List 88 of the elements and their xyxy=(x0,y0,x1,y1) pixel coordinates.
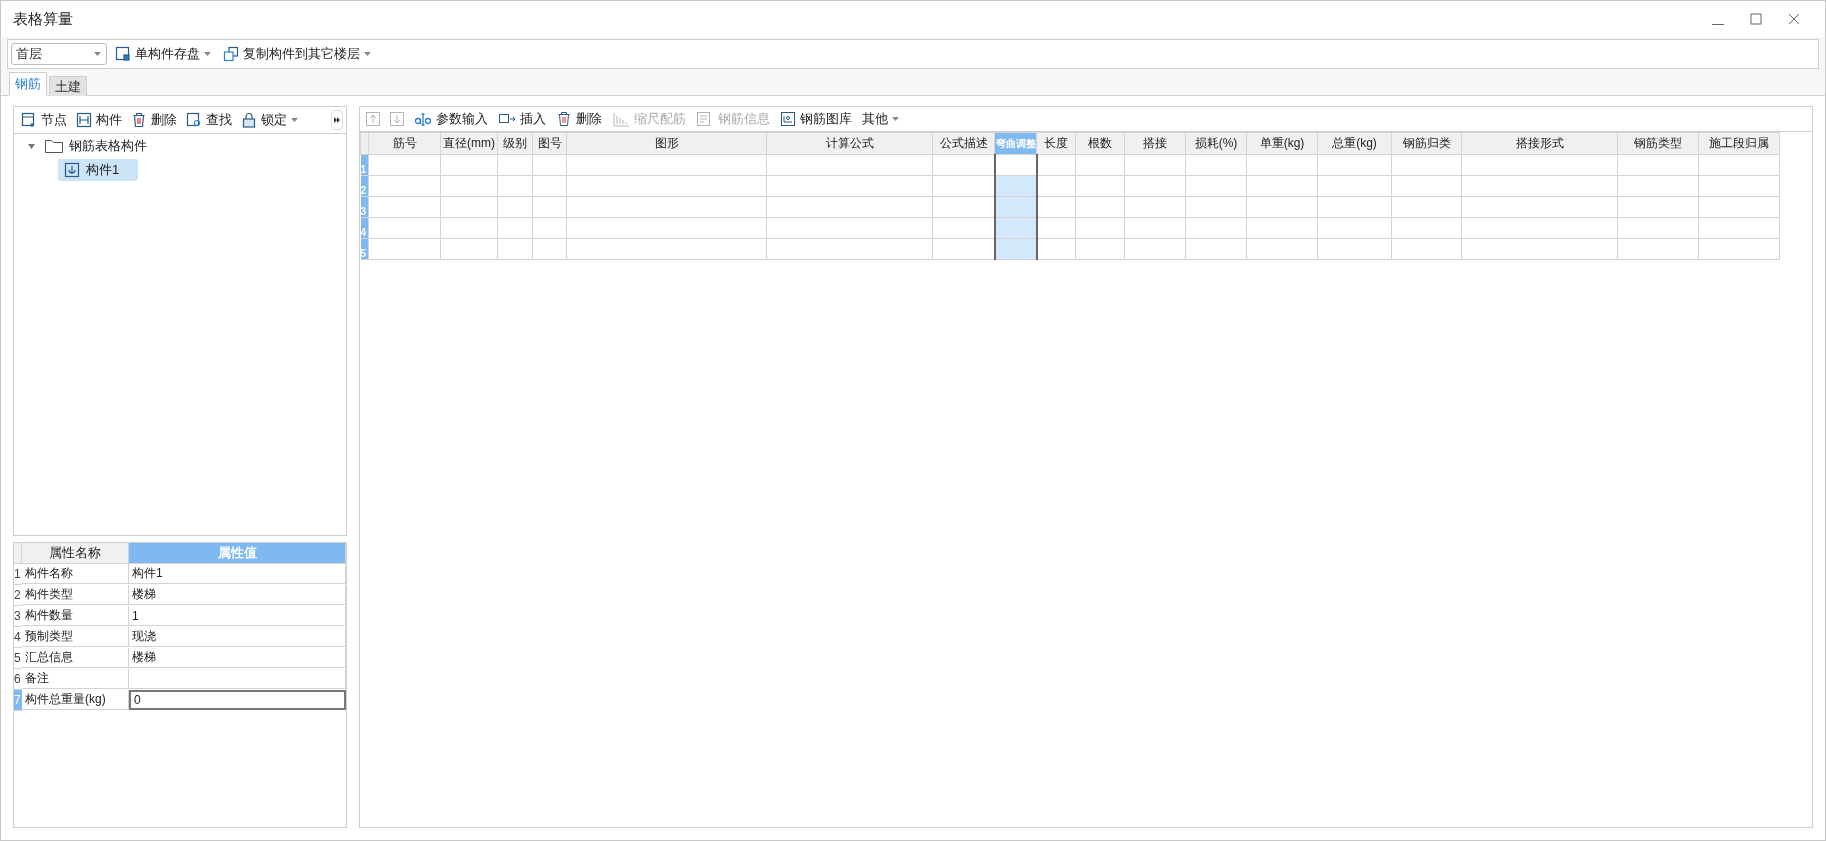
property-name: 预制类型 xyxy=(22,627,129,647)
property-value[interactable] xyxy=(129,669,346,689)
maximize-icon xyxy=(1750,13,1762,25)
property-name: 构件数量 xyxy=(22,606,129,626)
column-header[interactable]: 总重(kg) xyxy=(1317,132,1392,155)
column-header[interactable]: 施工段归属 xyxy=(1698,132,1780,155)
column-header[interactable]: 直径(mm) xyxy=(440,132,498,155)
minimize-icon xyxy=(1712,23,1724,25)
table-cell[interactable] xyxy=(994,154,1037,176)
expand-icon[interactable] xyxy=(28,142,35,150)
column-header[interactable]: 公式描述 xyxy=(932,132,995,155)
column-header[interactable]: 钢筋类型 xyxy=(1617,132,1699,155)
column-header[interactable]: 根数 xyxy=(1075,132,1125,155)
table-cell[interactable] xyxy=(368,217,441,239)
save-button[interactable]: 单构件存盘 xyxy=(111,42,215,66)
column-header[interactable]: 搭接 xyxy=(1124,132,1186,155)
property-name: 构件名称 xyxy=(22,564,129,584)
table-cell[interactable] xyxy=(566,217,767,239)
column-header[interactable]: 级别 xyxy=(497,132,533,155)
column-header[interactable]: 计算公式 xyxy=(766,132,933,155)
column-header[interactable]: 图号 xyxy=(532,132,567,155)
table-cell[interactable] xyxy=(566,196,767,218)
toolbar-button[interactable]: 插入 xyxy=(494,107,550,131)
close-icon xyxy=(1788,13,1800,25)
column-header[interactable]: 钢筋归类 xyxy=(1391,132,1462,155)
toolbar-button[interactable]: 查找 xyxy=(182,108,236,132)
toolbar-button[interactable]: 节点 xyxy=(17,108,71,132)
copy-icon xyxy=(223,46,239,62)
tab[interactable]: 土建 xyxy=(49,76,87,96)
table-cell[interactable] xyxy=(368,175,441,197)
search-icon xyxy=(186,112,202,128)
column-header: 属性值 xyxy=(129,543,346,564)
toolbar-button[interactable]: 其他 xyxy=(858,107,903,131)
table-cell[interactable] xyxy=(368,196,441,218)
table-cell[interactable] xyxy=(994,175,1037,197)
trash-icon xyxy=(556,111,572,127)
table-cell[interactable] xyxy=(566,175,767,197)
row-number: 7 xyxy=(14,690,22,711)
toolbar-button[interactable]: 删除 xyxy=(127,108,181,132)
folder-icon xyxy=(45,139,63,153)
column-header[interactable]: 损耗(%) xyxy=(1185,132,1247,155)
column-header[interactable]: 搭接形式 xyxy=(1461,132,1618,155)
library-icon xyxy=(780,111,796,127)
caret-icon xyxy=(94,52,101,56)
tree-item[interactable]: 构件1 xyxy=(58,159,138,181)
toolbar-button[interactable]: 钢筋图库 xyxy=(776,107,856,131)
table-cell[interactable] xyxy=(368,238,441,260)
column-header[interactable]: 长度 xyxy=(1036,132,1076,155)
bars-icon xyxy=(612,111,630,127)
property-value[interactable]: 楼梯 xyxy=(129,585,346,605)
trash-icon xyxy=(131,112,147,128)
floor-dropdown[interactable]: 首层 xyxy=(11,43,107,65)
property-value[interactable]: 0 xyxy=(129,690,346,710)
tree-item[interactable]: 钢筋表格构件 xyxy=(39,135,153,157)
tab[interactable]: 钢筋 xyxy=(9,72,47,96)
table-cell[interactable] xyxy=(994,196,1037,218)
property-name: 构件类型 xyxy=(22,585,129,605)
more-button[interactable] xyxy=(331,110,343,130)
caret-icon xyxy=(892,117,899,121)
column-header[interactable]: 筋号 xyxy=(368,132,441,155)
table-cell[interactable] xyxy=(994,217,1037,239)
copy-button[interactable]: 复制构件到其它楼层 xyxy=(219,42,375,66)
text-cursor-icon xyxy=(414,111,432,127)
toolbar-button[interactable]: 删除 xyxy=(552,107,606,131)
property-name: 备注 xyxy=(22,669,129,689)
component-icon xyxy=(76,112,92,128)
save-icon xyxy=(115,46,131,62)
column-header[interactable]: 单重(kg) xyxy=(1246,132,1318,155)
property-value[interactable]: 构件1 xyxy=(129,564,346,584)
property-name: 汇总信息 xyxy=(22,648,129,668)
column-header[interactable]: 图形 xyxy=(566,132,767,155)
component-icon xyxy=(64,162,80,178)
table-cell[interactable] xyxy=(566,238,767,260)
double-arrow-icon xyxy=(334,117,340,123)
column-header: 属性名称 xyxy=(22,543,129,564)
table-cell[interactable] xyxy=(994,238,1037,260)
window-title: 表格算量 xyxy=(13,9,74,29)
toolbar-button[interactable]: 参数输入 xyxy=(410,107,492,131)
property-value[interactable]: 现浇 xyxy=(129,627,346,647)
node-icon xyxy=(21,112,37,128)
table-cell[interactable] xyxy=(368,154,441,176)
lock-icon xyxy=(241,112,257,128)
table-cell[interactable] xyxy=(566,154,767,176)
toolbar-button[interactable]: 构件 xyxy=(72,108,126,132)
property-value[interactable]: 楼梯 xyxy=(129,648,346,668)
toolbar-button[interactable]: 锁定 xyxy=(237,108,302,132)
property-value[interactable]: 1 xyxy=(129,606,346,626)
property-name: 构件总重量(kg) xyxy=(22,690,129,710)
